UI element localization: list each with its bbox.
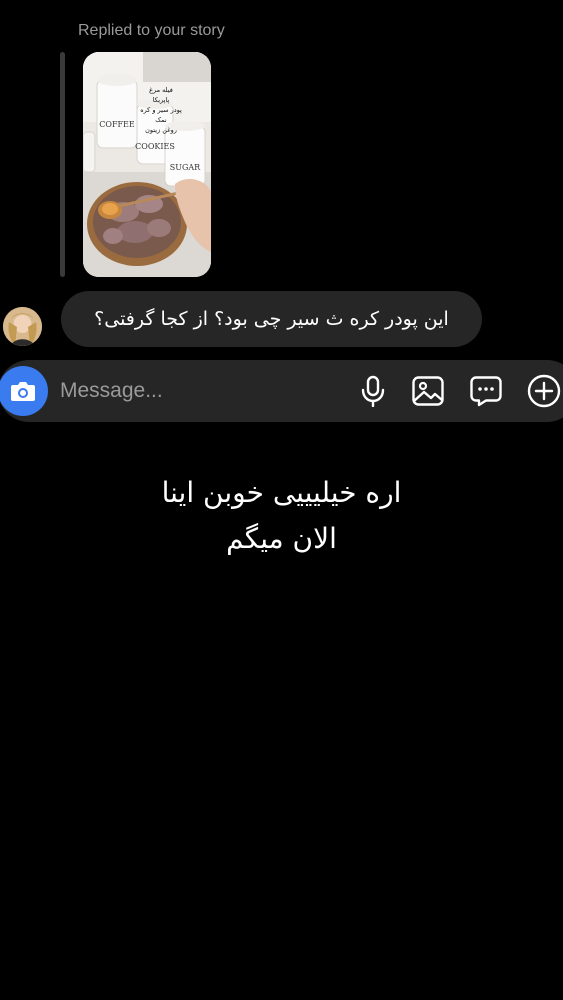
camera-button[interactable] [0, 366, 48, 416]
replied-to-story-label: Replied to your story [78, 22, 225, 39]
story-overlay-line-1: فیله مرغ [149, 86, 173, 94]
overlay-text-line-2: الان میگم [226, 522, 337, 555]
message-input[interactable] [60, 376, 340, 406]
gallery-icon [412, 376, 444, 406]
story-overlay-line-3: پودر سیر و کره [140, 106, 182, 114]
sticker-button[interactable] [469, 374, 503, 408]
story-preview-thumbnail[interactable]: COFFEE COOKIES SUGAR فیله مرغ پاپریکا پو… [83, 52, 211, 277]
overlay-text-line-1: اره خیلیییی خوبن اینا [161, 476, 402, 509]
camera-icon [11, 382, 35, 401]
gallery-button[interactable] [411, 374, 445, 408]
jar-label-coffee: COFFEE [99, 120, 135, 129]
story-overlay-line-5: روغن زیتون [145, 126, 177, 134]
jar-label-cookies: COOKIES [135, 142, 175, 151]
incoming-message-bubble[interactable]: این پودر کره ث سیر چی بود؟ از کجا گرفتی؟ [61, 291, 482, 347]
message-text: این پودر کره ث سیر چی بود؟ از کجا گرفتی؟ [94, 308, 449, 330]
reply-indicator-bar [60, 52, 65, 277]
add-attachment-button[interactable] [527, 374, 561, 408]
voice-message-button[interactable] [356, 374, 390, 408]
sender-avatar[interactable] [3, 307, 42, 346]
jar-label-sugar: SUGAR [170, 163, 201, 172]
microphone-icon [361, 375, 385, 407]
story-overlay-text: اره خیلیییی خوبن اینا الان میگم [0, 470, 563, 562]
story-overlay-line-4: نمک [155, 116, 167, 124]
story-overlay-line-2: پاپریکا [153, 96, 170, 104]
plus-circle-icon [527, 374, 561, 408]
sticker-chat-icon [470, 376, 502, 407]
